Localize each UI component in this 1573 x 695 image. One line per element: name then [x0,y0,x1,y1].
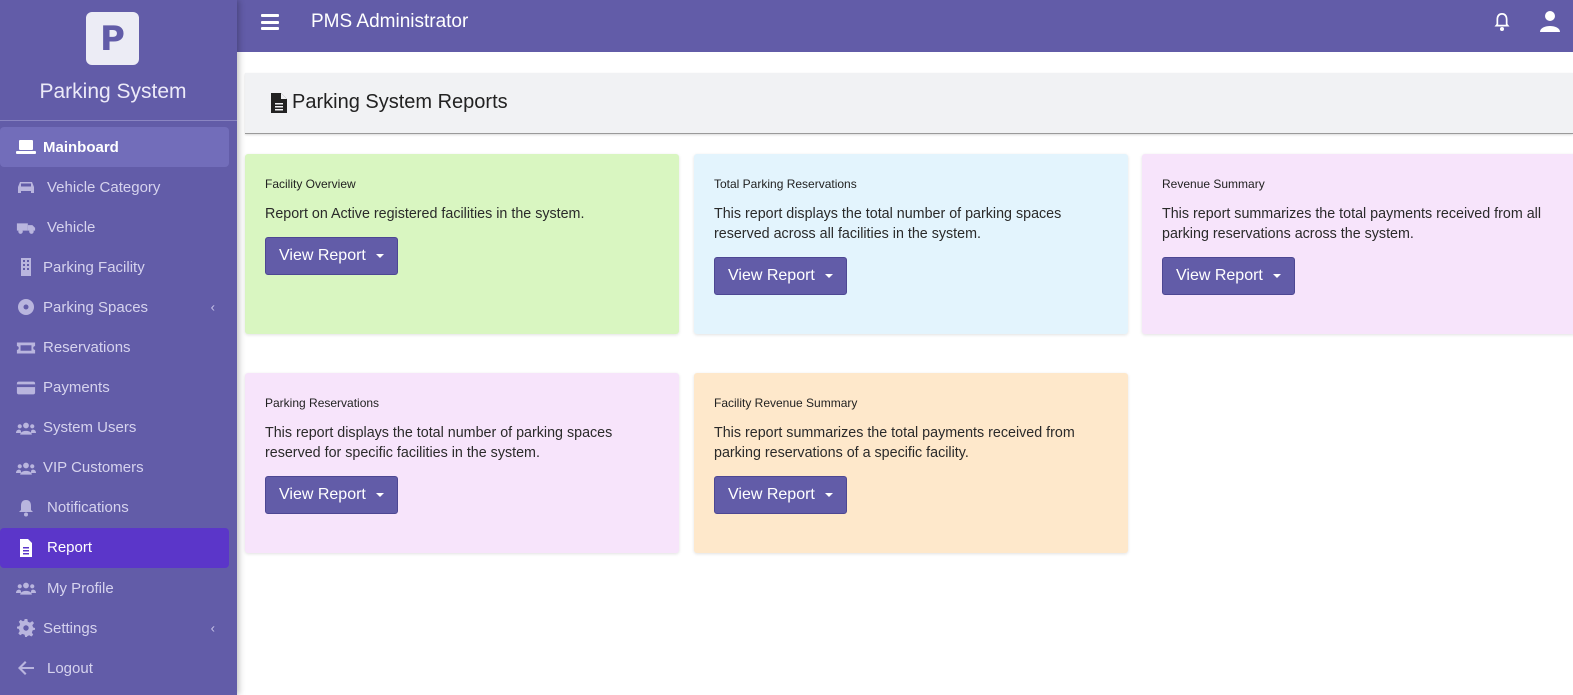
sidebar-item-mainboard[interactable]: Mainboard [0,127,229,168]
caret-down-icon [824,274,833,278]
hamburger-menu-icon[interactable] [261,14,279,30]
sidebar-item-parking-facility[interactable]: Parking Facility [0,247,237,287]
card-text: This report summarizes the total payment… [1162,206,1542,242]
sidebar-item-payments[interactable]: Payments [0,368,237,408]
sidebar-item-vehicle-category[interactable]: Vehicle Category [0,167,237,207]
brand-name[interactable]: Parking System [0,80,226,104]
report-card-total-parking-reservations: Total Parking Reservations This report d… [694,154,1128,334]
sidebar-item-label: Logout [47,659,93,677]
sidebar-item-notifications[interactable]: Notifications [0,488,237,528]
car-icon [15,178,37,196]
brand-logo[interactable]: P [86,12,139,65]
caret-down-icon [375,254,384,258]
page-title: Parking System Reports [292,91,508,113]
button-label: View Report [728,267,815,284]
sidebar-item-label: My Profile [47,579,114,597]
app-title: PMS Administrator [311,11,469,32]
file-icon [15,538,37,557]
credit-card-icon [15,379,37,397]
page-header: Parking System Reports [245,73,1573,134]
top-bar: PMS Administrator [237,0,1573,52]
users-icon [15,579,37,597]
button-label: View Report [728,486,815,503]
sidebar-item-reservations[interactable]: Reservations [0,327,237,367]
report-card-facility-revenue-summary: Facility Revenue Summary This report sum… [694,373,1128,553]
chevron-left-icon[interactable]: ‹ [211,300,215,315]
sidebar-item-label: Payments [43,379,110,397]
sidebar-item-settings[interactable]: Settings ‹ [0,608,237,648]
document-icon [271,93,287,113]
disc-icon [15,298,37,316]
sidebar-item-label: System Users [43,419,137,437]
ticket-icon [15,339,37,357]
sidebar: P Parking System Mainboard Vehicle Categ… [0,0,237,695]
card-title: Total Parking Reservations [714,177,857,191]
card-title: Revenue Summary [1162,177,1265,191]
sidebar-item-logout[interactable]: Logout [0,648,237,688]
users-icon [15,459,37,477]
button-label: View Report [279,486,366,503]
brand-logo-letter: P [100,18,125,59]
sidebar-item-label: Report [47,539,93,557]
sidebar-item-label: Parking Spaces [43,298,149,316]
card-text: This report displays the total number of… [265,425,613,461]
sidebar-item-report[interactable]: Report [0,527,229,569]
card-text: Report on Active registered facilities i… [265,206,585,222]
view-report-button[interactable]: View Report [714,476,847,514]
sidebar-item-vip-customers[interactable]: VIP Customers [0,448,237,488]
notification-bell-icon[interactable] [1492,12,1512,32]
chevron-left-icon[interactable]: ‹ [211,621,215,636]
users-icon [15,419,37,437]
sidebar-item-label: Vehicle Category [47,178,161,196]
card-text: This report displays the total number of… [714,206,1062,242]
report-card-revenue-summary: Revenue Summary This report summarizes t… [1142,154,1573,334]
sidebar-item-parking-spaces[interactable]: Parking Spaces ‹ [0,287,237,327]
card-title: Facility Revenue Summary [714,396,858,410]
card-title: Facility Overview [265,177,356,191]
view-report-button[interactable]: View Report [1162,257,1295,295]
sidebar-item-label: Vehicle [47,218,96,236]
truck-icon [15,218,37,236]
sidebar-item-label: Settings [43,619,98,637]
sidebar-item-label: Parking Facility [43,258,145,276]
sidebar-item-my-profile[interactable]: My Profile [0,568,237,608]
card-title: Parking Reservations [265,396,380,410]
bell-icon [15,499,37,517]
arrow-left-icon [15,659,37,677]
sidebar-item-label: VIP Customers [43,459,144,477]
view-report-button[interactable]: View Report [714,257,847,295]
view-report-button[interactable]: View Report [265,476,398,514]
building-icon [15,258,37,277]
user-account-icon[interactable] [1539,10,1561,32]
caret-down-icon [1272,274,1281,278]
sidebar-item-system-users[interactable]: System Users [0,408,237,448]
sidebar-item-vehicle[interactable]: Vehicle [0,207,237,247]
laptop-icon [15,138,37,156]
report-card-parking-reservations: Parking Reservations This report display… [245,373,679,553]
sidebar-item-label: Reservations [43,339,131,357]
caret-down-icon [824,493,833,497]
button-label: View Report [1176,267,1263,284]
gear-icon [15,619,37,638]
report-card-facility-overview: Facility Overview Report on Active regis… [245,154,679,334]
sidebar-nav: Mainboard Vehicle Category Vehicle Parki… [0,127,237,688]
sidebar-item-label: Mainboard [43,138,119,156]
card-text: This report summarizes the total payment… [714,425,1075,461]
button-label: View Report [279,247,366,264]
caret-down-icon [375,493,384,497]
brand: P Parking System [0,0,237,121]
sidebar-item-label: Notifications [47,499,129,517]
view-report-button[interactable]: View Report [265,237,398,275]
